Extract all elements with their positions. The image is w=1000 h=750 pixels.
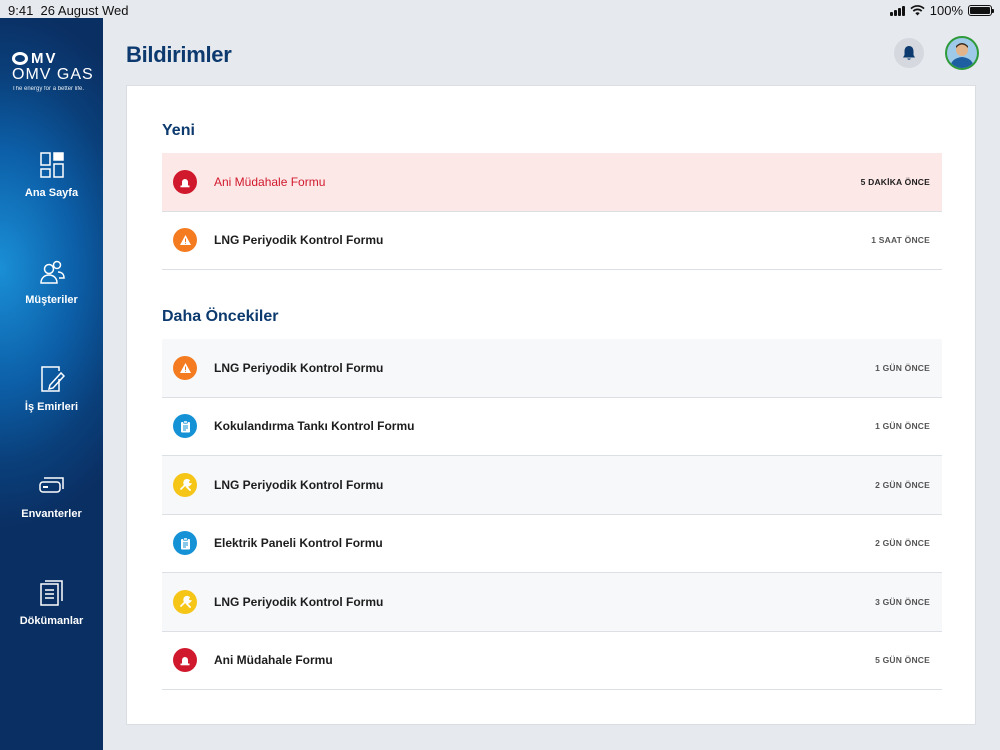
wrench-icon <box>173 589 197 614</box>
notification-title: Kokulandırma Tankı Kontrol Formu <box>214 419 415 434</box>
dashboard-icon <box>39 152 64 178</box>
notification-time: 1 SAAT ÖNCE <box>871 235 930 246</box>
notification-time: 3 GÜN ÖNCE <box>875 596 930 607</box>
notification-title: LNG Periyodik Kontrol Formu <box>214 594 384 609</box>
section-title-older: Daha Öncekiler <box>162 308 279 325</box>
avatar[interactable] <box>945 36 979 70</box>
signal-icon <box>889 5 905 16</box>
notification-row[interactable]: Elektrik Paneli Kontrol Formu 2 GÜN ÖNCE <box>162 515 942 573</box>
notification-time: 5 DAKİKA ÖNCE <box>860 176 930 187</box>
omv-gas-logo: MV OMV GAS The energy for a better life. <box>12 51 97 92</box>
notification-title: LNG Periyodik Kontrol Formu <box>214 233 384 248</box>
sidebar-item-label: Envanterler <box>21 508 82 520</box>
sidebar-item-label: Ana Sayfa <box>24 187 79 199</box>
sidebar-item-ana-sayfa[interactable]: Ana Sayfa <box>0 151 103 199</box>
notification-title: Ani Müdahale Formu <box>214 174 326 189</box>
sidebar-item-envanterler[interactable]: Envanterler <box>0 472 103 520</box>
notifications-button[interactable] <box>894 38 924 68</box>
logo-tagline: The energy for a better life. <box>12 86 85 92</box>
logo-text: OMV GAS <box>12 66 94 83</box>
status-bar: 9:41 26 August Wed 100% <box>0 0 1000 20</box>
wrench-icon <box>173 472 197 497</box>
clipboard-icon <box>173 414 197 439</box>
notification-row[interactable]: LNG Periyodik Kontrol Formu 3 GÜN ÖNCE <box>162 573 942 632</box>
sidebar: MV OMV GAS The energy for a better life.… <box>0 18 103 750</box>
sidebar-item-musteriler[interactable]: Müşteriler <box>0 258 103 306</box>
notifications-card: Yeni Ani Müdahale Formu 5 DAKİKA ÖNCE LN… <box>126 85 976 725</box>
notification-row[interactable]: LNG Periyodik Kontrol Formu 2 GÜN ÖNCE <box>162 456 942 515</box>
older-notifications-list: LNG Periyodik Kontrol Formu 1 GÜN ÖNCE K… <box>162 339 942 690</box>
notification-time: 1 GÜN ÖNCE <box>875 421 930 432</box>
status-date: 26 August Wed <box>40 3 129 18</box>
clipboard-icon <box>173 531 197 556</box>
notification-row[interactable]: Ani Müdahale Formu 5 DAKİKA ÖNCE <box>162 153 942 212</box>
inventory-icon <box>38 477 64 493</box>
wifi-icon <box>910 5 925 16</box>
sidebar-item-dokumanlar[interactable]: Dökümanlar <box>0 579 103 627</box>
notification-row[interactable]: LNG Periyodik Kontrol Formu 1 SAAT ÖNCE <box>162 212 942 270</box>
users-icon <box>39 260 65 284</box>
sidebar-item-is-emirleri[interactable]: İş Emirleri <box>0 365 103 413</box>
alarm-icon <box>173 169 197 194</box>
new-notifications-list: Ani Müdahale Formu 5 DAKİKA ÖNCE LNG Per… <box>162 153 942 270</box>
bell-icon <box>903 46 915 60</box>
documents-icon <box>39 580 63 606</box>
notification-row[interactable]: Kokulandırma Tankı Kontrol Formu 1 GÜN Ö… <box>162 398 942 456</box>
edit-document-icon <box>40 366 65 392</box>
warning-icon <box>173 355 197 380</box>
sidebar-item-label: Dökümanlar <box>19 615 84 627</box>
notification-row[interactable]: Ani Müdahale Formu 5 GÜN ÖNCE <box>162 632 942 690</box>
notification-time: 2 GÜN ÖNCE <box>875 479 930 490</box>
user-photo-icon <box>947 38 977 68</box>
section-title-new: Yeni <box>162 122 195 139</box>
notification-title: Ani Müdahale Formu <box>214 653 333 668</box>
battery-percent: 100% <box>929 3 963 18</box>
notification-time: 2 GÜN ÖNCE <box>875 538 930 549</box>
notification-row[interactable]: LNG Periyodik Kontrol Formu 1 GÜN ÖNCE <box>162 339 942 398</box>
battery-icon <box>968 5 994 16</box>
sidebar-item-label: İş Emirleri <box>24 401 79 413</box>
notification-time: 1 GÜN ÖNCE <box>875 362 930 373</box>
notification-title: LNG Periyodik Kontrol Formu <box>214 360 384 375</box>
status-time: 9:41 <box>8 3 34 18</box>
notification-time: 5 GÜN ÖNCE <box>875 655 930 666</box>
status-time-date: 9:41 26 August Wed <box>8 3 128 18</box>
notification-title: Elektrik Paneli Kontrol Formu <box>214 536 383 551</box>
sidebar-item-label: Müşteriler <box>25 294 78 306</box>
page-title: Bildirimler <box>126 42 232 67</box>
alarm-icon <box>173 648 197 673</box>
notification-title: LNG Periyodik Kontrol Formu <box>214 477 384 492</box>
warning-icon <box>173 228 197 253</box>
